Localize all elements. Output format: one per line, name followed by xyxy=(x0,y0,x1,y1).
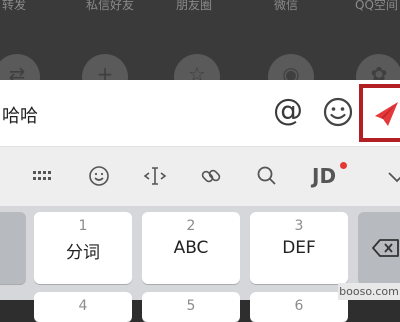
share-label-moments: 朋友圈 xyxy=(176,0,213,12)
key-2[interactable]: 2 ABC xyxy=(142,212,240,284)
key-label: 分词 xyxy=(66,243,100,263)
forward-icon[interactable]: ⇄ xyxy=(0,54,40,80)
mention-at-icon[interactable]: @ xyxy=(271,94,305,128)
share-label-wechat: 微信 xyxy=(274,0,299,12)
star-icon[interactable]: ☆ xyxy=(174,54,220,80)
key-number: 3 xyxy=(294,218,304,234)
key-1[interactable]: 1 分词 xyxy=(34,212,132,284)
key-label: ABC xyxy=(173,238,209,258)
key-number: 4 xyxy=(78,298,88,314)
watermark: booso.com xyxy=(338,283,400,300)
add-icon[interactable]: + xyxy=(82,54,128,80)
chevron-down-icon[interactable] xyxy=(382,161,400,191)
link-icon[interactable] xyxy=(196,161,226,191)
notification-badge xyxy=(340,162,347,169)
emoji-icon[interactable] xyxy=(84,161,114,191)
key-label: DEF xyxy=(282,238,316,258)
backspace-icon xyxy=(372,239,399,257)
key-5[interactable]: 5 xyxy=(142,292,240,322)
send-paper-plane-icon[interactable] xyxy=(363,88,400,138)
share-sheet-backdrop: 转发 私信好友 朋友圈 微信 QQ空间 ⇄ + ☆ ◉ ✿ xyxy=(0,0,400,80)
side-candidate-column[interactable] xyxy=(0,212,26,284)
share-label-private-message: 私信好友 xyxy=(86,0,135,12)
cursor-move-icon[interactable] xyxy=(140,161,170,191)
send-button-highlight[interactable] xyxy=(359,84,400,142)
jd-icon[interactable]: JD xyxy=(312,161,342,191)
key-3[interactable]: 3 DEF xyxy=(250,212,348,284)
keyboard-grid-icon[interactable] xyxy=(28,161,58,191)
share-label-qzone: QQ空间 xyxy=(355,0,398,12)
search-icon[interactable] xyxy=(252,161,282,191)
key-number: 6 xyxy=(294,298,304,314)
comment-input[interactable]: 哈哈 xyxy=(2,102,38,128)
wechat-icon[interactable]: ◉ xyxy=(268,54,314,80)
key-number: 2 xyxy=(186,218,196,234)
key-number: 5 xyxy=(186,298,196,314)
key-6[interactable]: 6 xyxy=(250,292,348,322)
smiley-emoji-icon[interactable] xyxy=(322,96,354,128)
qzone-icon[interactable]: ✿ xyxy=(356,54,400,80)
key-4[interactable]: 4 xyxy=(34,292,132,322)
keyboard-toolbar: JD xyxy=(0,146,400,207)
key-number: 1 xyxy=(78,218,88,234)
backspace-button[interactable] xyxy=(358,212,400,284)
share-label-forward: 转发 xyxy=(2,0,27,12)
